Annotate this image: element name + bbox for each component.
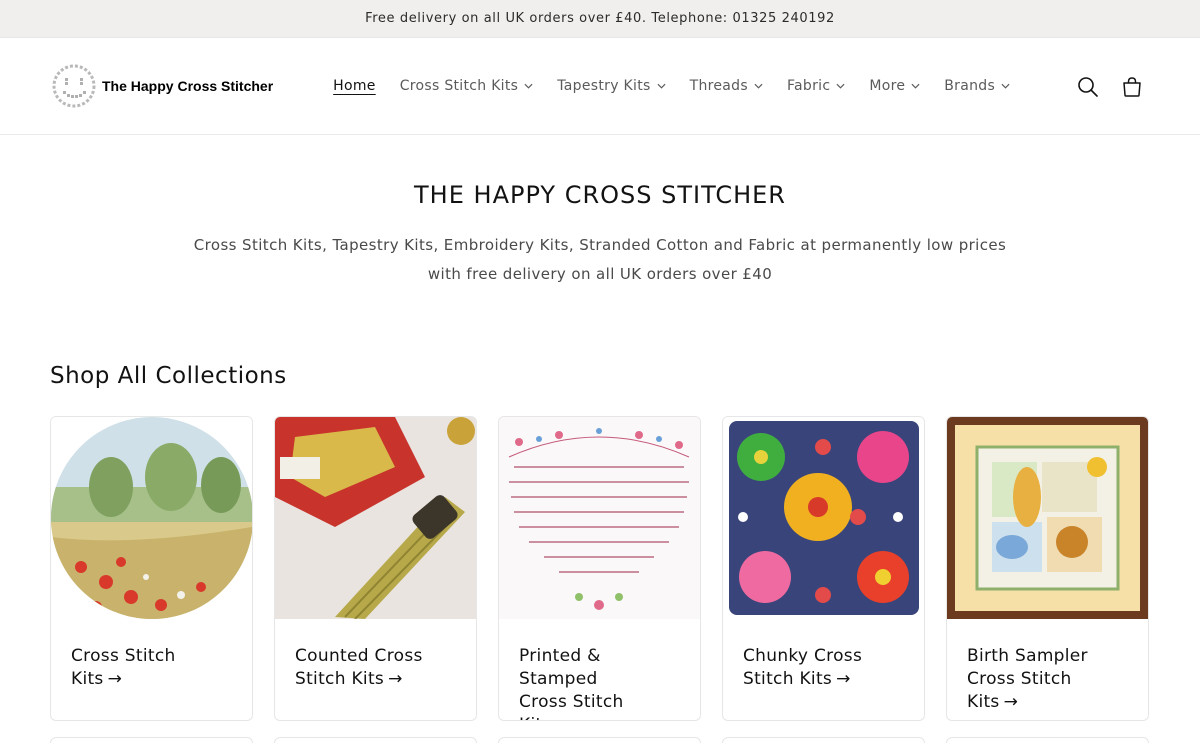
hero-section: THE HAPPY CROSS STITCHER Cross Stitch Ki… [0, 135, 1200, 289]
nav-label: Cross Stitch Kits [399, 78, 519, 94]
chevron-down-icon [524, 83, 533, 89]
nav-fabric[interactable]: Fabric [775, 78, 857, 94]
collection-label: Counted Cross Stitch Kits → [275, 619, 476, 691]
card-top-edge [498, 737, 701, 743]
love-verse-image [499, 417, 700, 619]
site-header: The Happy Cross Stitcher Home Cross Stit… [0, 38, 1200, 135]
collection-card-cross-stitch-kits[interactable]: Cross Stitch Kits → [50, 416, 253, 721]
search-icon [1078, 76, 1098, 97]
cart-button[interactable] [1120, 75, 1144, 99]
collection-label-line2: Stitch Kits [295, 669, 385, 689]
collection-label-line1: Printed & Stamped [519, 646, 601, 689]
arrow-right-icon: → [836, 669, 851, 689]
search-button[interactable] [1076, 75, 1100, 99]
collection-label: Printed & Stamped Cross Stitch Kits→ [499, 619, 700, 720]
nav-label: Brands [944, 78, 996, 94]
smiley-logo-icon [52, 64, 96, 108]
card-top-edge [274, 737, 477, 743]
page-title: THE HAPPY CROSS STITCHER [414, 181, 786, 209]
cart-icon [1123, 76, 1141, 97]
collections-title: Shop All Collections [50, 363, 287, 389]
collection-label: Chunky Cross Stitch Kits → [723, 619, 924, 691]
next-row-cards [50, 737, 1149, 743]
hero-description: Cross Stitch Kits, Tapestry Kits, Embroi… [0, 231, 1200, 289]
collection-label-line2: Cross Stitch Kits [967, 669, 1072, 712]
chevron-down-icon [657, 83, 666, 89]
nav-label: Threads [689, 78, 748, 94]
card-top-edge [722, 737, 925, 743]
collection-label-line1: Counted Cross [295, 646, 423, 666]
collection-label-line1: Birth Sampler [967, 646, 1088, 666]
arrow-right-icon: → [1003, 692, 1019, 712]
chevron-down-icon [911, 83, 920, 89]
collection-label: Birth Sampler Cross Stitch Kits → [947, 619, 1148, 714]
collection-label-line1: Cross Stitch Kits [71, 646, 176, 689]
card-top-edge [946, 737, 1149, 743]
arrow-right-icon: → [556, 715, 571, 720]
arrow-right-icon: → [107, 669, 123, 689]
collection-card-birth-sampler-kits[interactable]: Birth Sampler Cross Stitch Kits → [946, 416, 1149, 721]
birth-sampler-image [947, 417, 1148, 619]
nav-tapestry-kits[interactable]: Tapestry Kits [545, 78, 677, 94]
nav-more[interactable]: More [857, 78, 932, 94]
main-nav: Home Cross Stitch Kits Tapestry Kits Thr… [321, 78, 1022, 94]
logo[interactable]: The Happy Cross Stitcher [50, 62, 273, 110]
nav-label: Fabric [786, 78, 831, 94]
nav-brands[interactable]: Brands [932, 78, 1022, 94]
announcement-bar: Free delivery on all UK orders over £40.… [0, 0, 1200, 38]
flower-cushion-image [723, 417, 924, 619]
collections-grid: Cross Stitch Kits → Counted Cross Stitch … [0, 416, 1200, 721]
announcement-text: Free delivery on all UK orders over £40.… [365, 11, 835, 26]
nav-label: Tapestry Kits [557, 78, 651, 94]
poppy-field-image [51, 417, 252, 619]
logo-text: The Happy Cross Stitcher [102, 78, 274, 94]
collection-card-counted-cross-stitch-kits[interactable]: Counted Cross Stitch Kits → [274, 416, 477, 721]
collection-card-printed-stamped-kits[interactable]: Printed & Stamped Cross Stitch Kits→ [498, 416, 701, 721]
chevron-down-icon [836, 83, 845, 89]
nav-threads[interactable]: Threads [678, 78, 775, 94]
hero-line-2: with free delivery on all UK orders over… [427, 265, 773, 283]
card-top-edge [50, 737, 253, 743]
collection-label-line2: Cross Stitch Kits [519, 692, 624, 720]
collection-label-line2: Stitch Kits [743, 669, 833, 689]
hero-line-1: Cross Stitch Kits, Tapestry Kits, Embroi… [193, 236, 1007, 254]
nav-label: More [869, 78, 906, 94]
nav-cross-stitch-kits[interactable]: Cross Stitch Kits [388, 78, 546, 94]
collection-card-chunky-cross-stitch-kits[interactable]: Chunky Cross Stitch Kits → [722, 416, 925, 721]
arrow-right-icon: → [388, 669, 403, 689]
chevron-down-icon [754, 83, 763, 89]
nav-label: Home [333, 78, 376, 94]
thread-skein-image [275, 417, 476, 619]
header-icons [1076, 38, 1144, 135]
collection-label: Cross Stitch Kits → [51, 619, 252, 691]
chevron-down-icon [1001, 83, 1010, 89]
nav-home[interactable]: Home [321, 78, 388, 94]
collection-label-line1: Chunky Cross [743, 646, 863, 666]
